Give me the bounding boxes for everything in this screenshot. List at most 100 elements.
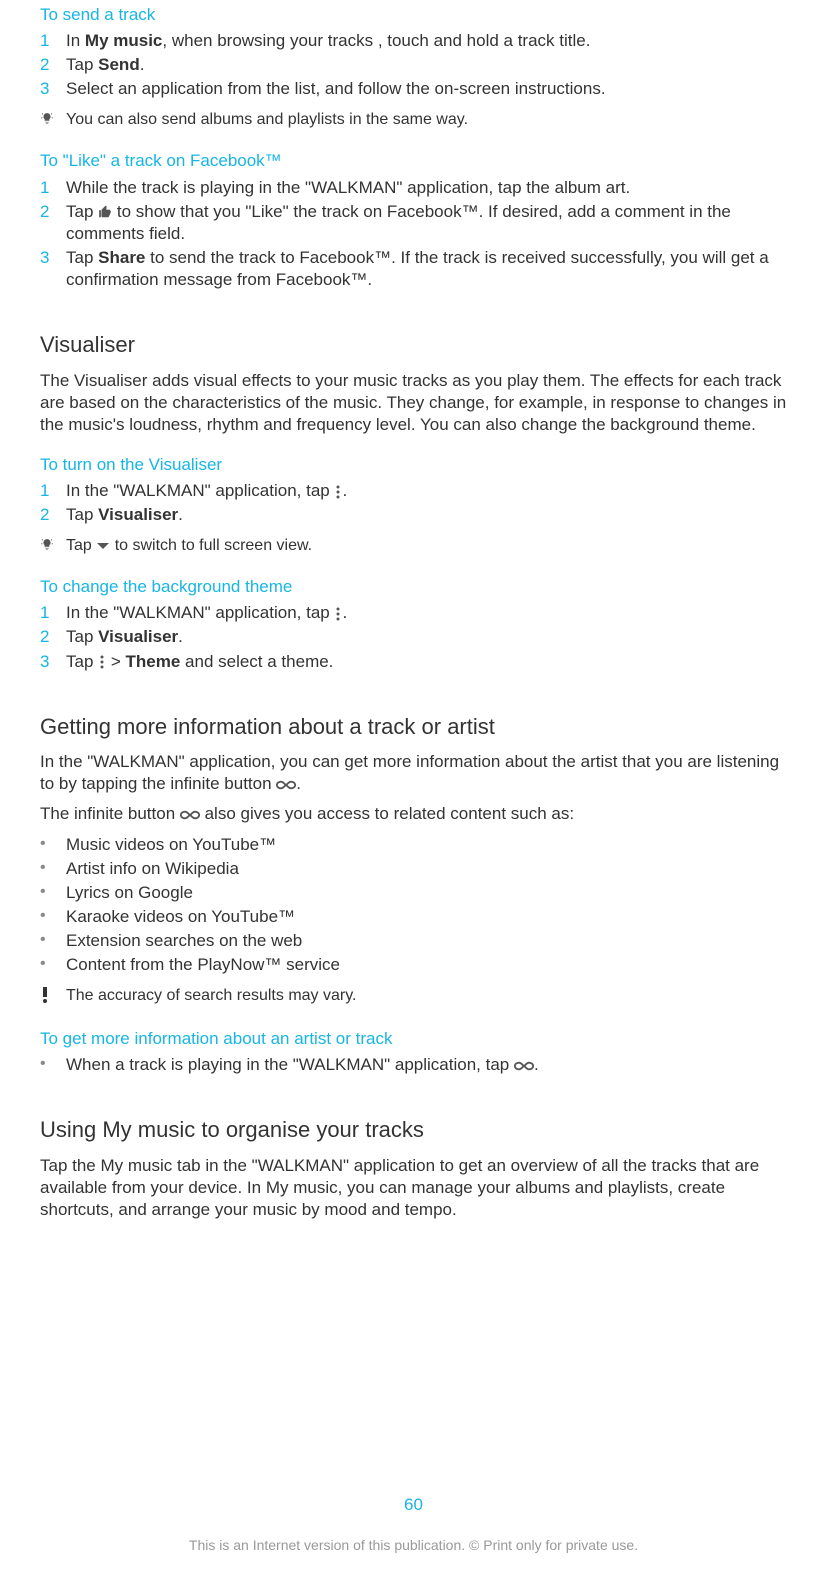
text-span: . — [178, 505, 183, 524]
step-row: 3 Select an application from the list, a… — [40, 78, 787, 100]
step-text: In the "WALKMAN" application, tap . — [66, 602, 787, 624]
text-span: The infinite button — [40, 804, 180, 823]
bullet-icon: • — [40, 834, 66, 856]
step-row: 1 In the "WALKMAN" application, tap . — [40, 602, 787, 624]
step-row: 1 In the "WALKMAN" application, tap . — [40, 480, 787, 502]
step-row: 1 While the track is playing in the "WAL… — [40, 177, 787, 199]
lightbulb-icon — [40, 110, 66, 132]
tip-row: Tap to switch to full screen view. — [40, 536, 787, 558]
text-span: . — [342, 603, 347, 622]
heading-visualiser: Visualiser — [40, 331, 787, 360]
page-number: 60 — [0, 1494, 827, 1516]
list-text: Content from the PlayNow™ service — [66, 954, 787, 976]
text-span: . — [534, 1055, 539, 1074]
text-span: Tap — [66, 627, 98, 646]
tip-row: You can also send albums and playlists i… — [40, 110, 787, 132]
step-number: 1 — [40, 480, 66, 502]
list-item: •Extension searches on the web — [40, 930, 787, 952]
chevron-down-icon — [96, 541, 110, 551]
copyright-text: This is an Internet version of this publ… — [0, 1536, 827, 1554]
heading-get-more-info: To get more information about an artist … — [40, 1028, 787, 1050]
text-span: In the "WALKMAN" application, tap — [66, 481, 334, 500]
text-span: In the "WALKMAN" application, tap — [66, 603, 334, 622]
text-span: . — [342, 481, 347, 500]
list-item: •Karaoke videos on YouTube™ — [40, 906, 787, 928]
step-number: 2 — [40, 626, 66, 648]
tip-text: Tap to switch to full screen view. — [66, 536, 787, 557]
step-text: While the track is playing in the "WALKM… — [66, 177, 787, 199]
page-footer: 60 This is an Internet version of this p… — [0, 1494, 827, 1554]
text-span: also gives you access to related content… — [200, 804, 574, 823]
infinite-icon — [180, 809, 200, 821]
step-row: 2 Tap Visualiser. — [40, 504, 787, 526]
text-span: Tap — [66, 55, 98, 74]
paragraph: The Visualiser adds visual effects to yo… — [40, 370, 787, 436]
list-item: •Artist info on Wikipedia — [40, 858, 787, 880]
list-text: Extension searches on the web — [66, 930, 787, 952]
heading-like-facebook: To "Like" a track on Facebook™ — [40, 150, 787, 172]
paragraph: The infinite button also gives you acces… — [40, 803, 787, 825]
step-text: Tap Visualiser. — [66, 504, 787, 526]
list-item: •Content from the PlayNow™ service — [40, 954, 787, 976]
text-span: In the "WALKMAN" application, you can ge… — [40, 752, 779, 793]
step-text: Tap > Theme and select a theme. — [66, 651, 787, 673]
paragraph: In the "WALKMAN" application, you can ge… — [40, 751, 787, 795]
bold-term: Theme — [126, 652, 181, 671]
heading-change-bg-theme: To change the background theme — [40, 576, 787, 598]
step-row: 1 In My music, when browsing your tracks… — [40, 30, 787, 52]
infinite-icon — [276, 779, 296, 791]
step-text: Tap Visualiser. — [66, 626, 787, 648]
bullet-icon: • — [40, 1054, 66, 1076]
list-item: • When a track is playing in the "WALKMA… — [40, 1054, 787, 1076]
step-text: In My music, when browsing your tracks ,… — [66, 30, 787, 52]
infinite-icon — [514, 1060, 534, 1072]
bullet-icon: • — [40, 930, 66, 952]
text-span: > — [106, 652, 125, 671]
text-span: to switch to full screen view. — [110, 537, 312, 554]
step-number: 1 — [40, 30, 66, 52]
paragraph: Tap the My music tab in the "WALKMAN" ap… — [40, 1155, 787, 1221]
lightbulb-icon — [40, 536, 66, 558]
step-number: 1 — [40, 602, 66, 624]
step-number: 3 — [40, 651, 66, 673]
text-span: In — [66, 31, 85, 50]
text-span: . — [140, 55, 145, 74]
list-text: Music videos on YouTube™ — [66, 834, 787, 856]
text-span: Tap — [66, 537, 96, 554]
step-row: 3 Tap Share to send the track to Faceboo… — [40, 247, 787, 291]
step-text: Tap Send. — [66, 54, 787, 76]
bold-term: Send — [98, 55, 140, 74]
bullet-icon: • — [40, 882, 66, 904]
text-span: , when browsing your tracks , touch and … — [162, 31, 590, 50]
tip-text: You can also send albums and playlists i… — [66, 110, 787, 131]
list-item: •Lyrics on Google — [40, 882, 787, 904]
list-item: •Music videos on YouTube™ — [40, 834, 787, 856]
bullet-icon: • — [40, 954, 66, 976]
step-text: Select an application from the list, and… — [66, 78, 787, 100]
step-row: 2 Tap to show that you "Like" the track … — [40, 201, 787, 245]
text-span: to show that you "Like" the track on Fac… — [66, 202, 731, 243]
step-number: 3 — [40, 78, 66, 100]
heading-turn-on-visualiser: To turn on the Visualiser — [40, 454, 787, 476]
step-number: 1 — [40, 177, 66, 199]
step-number: 2 — [40, 201, 66, 245]
text-span: When a track is playing in the "WALKMAN"… — [66, 1055, 514, 1074]
bold-term: My music — [85, 31, 162, 50]
list-text: Karaoke videos on YouTube™ — [66, 906, 787, 928]
text-span: Tap — [66, 248, 98, 267]
text-span: Tap — [66, 652, 98, 671]
text-span: Tap — [66, 505, 98, 524]
exclamation-icon — [40, 986, 66, 1010]
step-row: 2 Tap Send. — [40, 54, 787, 76]
bold-term: Visualiser — [98, 505, 178, 524]
heading-my-music: Using My music to organise your tracks — [40, 1116, 787, 1145]
text-span: Tap — [66, 202, 98, 221]
step-row: 3 Tap > Theme and select a theme. — [40, 651, 787, 673]
text-span: . — [178, 627, 183, 646]
step-number: 2 — [40, 54, 66, 76]
list-text: When a track is playing in the "WALKMAN"… — [66, 1054, 787, 1076]
list-text: Lyrics on Google — [66, 882, 787, 904]
bold-term: Share — [98, 248, 145, 267]
thumbs-up-icon — [98, 205, 112, 219]
bullet-icon: • — [40, 858, 66, 880]
